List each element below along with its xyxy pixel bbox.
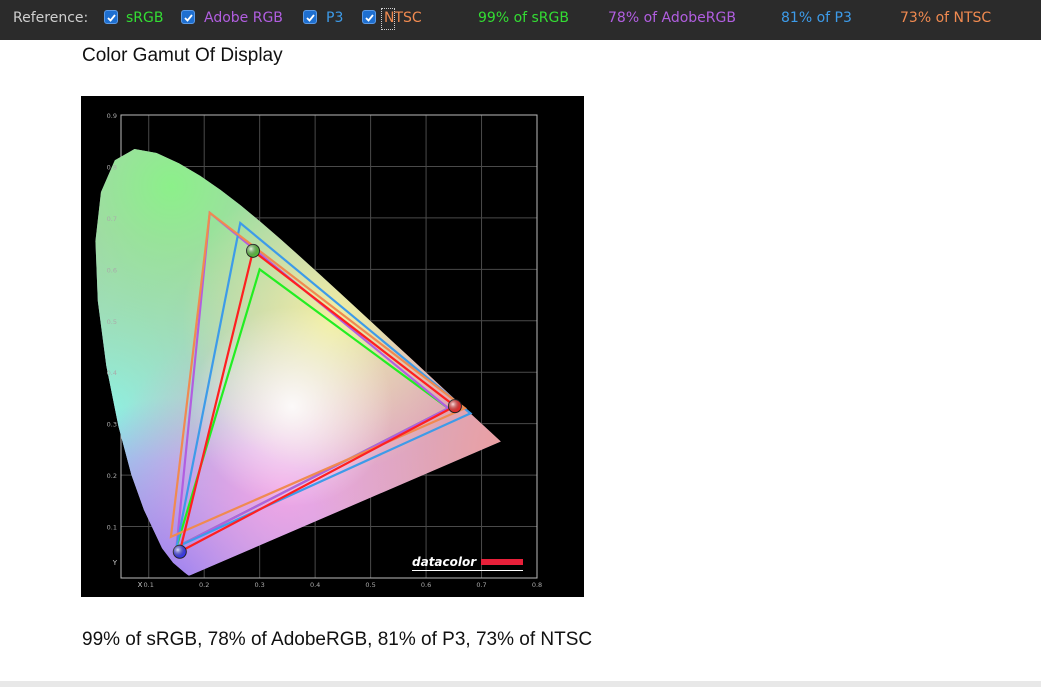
y-tick-label: 0.4 bbox=[107, 369, 117, 377]
datacolor-watermark: datacolor bbox=[412, 555, 477, 569]
horizontal-scrollbar[interactable] bbox=[0, 681, 1041, 687]
x-tick-label: 0.2 bbox=[199, 581, 209, 589]
x-tick-label: 0.5 bbox=[365, 581, 375, 589]
x-tick-label: 0.1 bbox=[144, 581, 154, 589]
x-tick-label: 0.4 bbox=[310, 581, 320, 589]
x-tick-label: 0.3 bbox=[254, 581, 264, 589]
x-tick-label: 0.7 bbox=[476, 581, 486, 589]
p3-checkbox-label[interactable]: P3 bbox=[326, 10, 343, 26]
adobe-rgb-coverage: 78% of AdobeRGB bbox=[608, 10, 736, 26]
ntsc-checkbox[interactable] bbox=[362, 10, 376, 24]
y-tick-label: 0.6 bbox=[107, 266, 117, 274]
y-tick-label: 0.7 bbox=[107, 215, 117, 223]
y-tick-label: 0.3 bbox=[107, 421, 117, 429]
ntsc-checkbox-label[interactable]: NTSC bbox=[384, 10, 422, 26]
adobe-rgb-checkbox-label[interactable]: Adobe RGB bbox=[204, 10, 283, 26]
x-tick-label: 0.8 bbox=[532, 581, 542, 589]
checkmark-icon bbox=[306, 14, 315, 22]
reference-toolbar: Reference: sRGB Adobe RGB P3 NTSC 99% of… bbox=[0, 0, 1041, 40]
srgb-checkbox[interactable] bbox=[104, 10, 118, 24]
page-title: Color Gamut Of Display bbox=[82, 45, 283, 66]
checkmark-icon bbox=[107, 14, 116, 22]
checkmark-icon bbox=[184, 14, 193, 22]
reference-label: Reference: bbox=[13, 10, 89, 26]
checkmark-icon bbox=[365, 14, 374, 22]
y-tick-label: 0.5 bbox=[107, 318, 117, 326]
locus-color-rg-white bbox=[95, 149, 501, 576]
y-axis-label: Y bbox=[112, 559, 118, 567]
spectral-locus bbox=[95, 149, 501, 576]
y-tick-label: 0.2 bbox=[107, 472, 117, 480]
p3-coverage: 81% of P3 bbox=[781, 10, 852, 26]
gamut-chart: 0.1 0.2 0.3 0.4 0.5 0.6 0.7 0.8 0.9 0.1 0.2 0.3 0.4 0… bbox=[81, 96, 584, 597]
primary-point-highlight bbox=[173, 545, 187, 559]
x-tick-label: 0.6 bbox=[421, 581, 431, 589]
p3-checkbox[interactable] bbox=[303, 10, 317, 24]
y-tick-label: 0.8 bbox=[107, 163, 117, 171]
datacolor-bar bbox=[481, 559, 523, 565]
x-axis-label: X bbox=[138, 581, 143, 589]
cie-diagram: 0.1 0.2 0.3 0.4 0.5 0.6 0.7 0.8 0.9 0.1 0.2 0.3 0.4 0… bbox=[95, 112, 542, 589]
adobe-rgb-checkbox[interactable] bbox=[181, 10, 195, 24]
y-tick-label: 0.9 bbox=[107, 112, 117, 120]
datacolor-underline bbox=[412, 570, 523, 571]
ntsc-coverage: 73% of NTSC bbox=[900, 10, 992, 26]
y-tick-label: 0.1 bbox=[107, 524, 117, 532]
primary-point-highlight bbox=[448, 399, 462, 413]
srgb-coverage: 99% of sRGB bbox=[478, 10, 569, 26]
srgb-checkbox-label[interactable]: sRGB bbox=[126, 10, 163, 26]
datacolor-logo: datacolor bbox=[412, 555, 523, 571]
primary-point-highlight bbox=[246, 244, 260, 258]
gamut-summary: 99% of sRGB, 78% of AdobeRGB, 81% of P3,… bbox=[82, 629, 593, 650]
